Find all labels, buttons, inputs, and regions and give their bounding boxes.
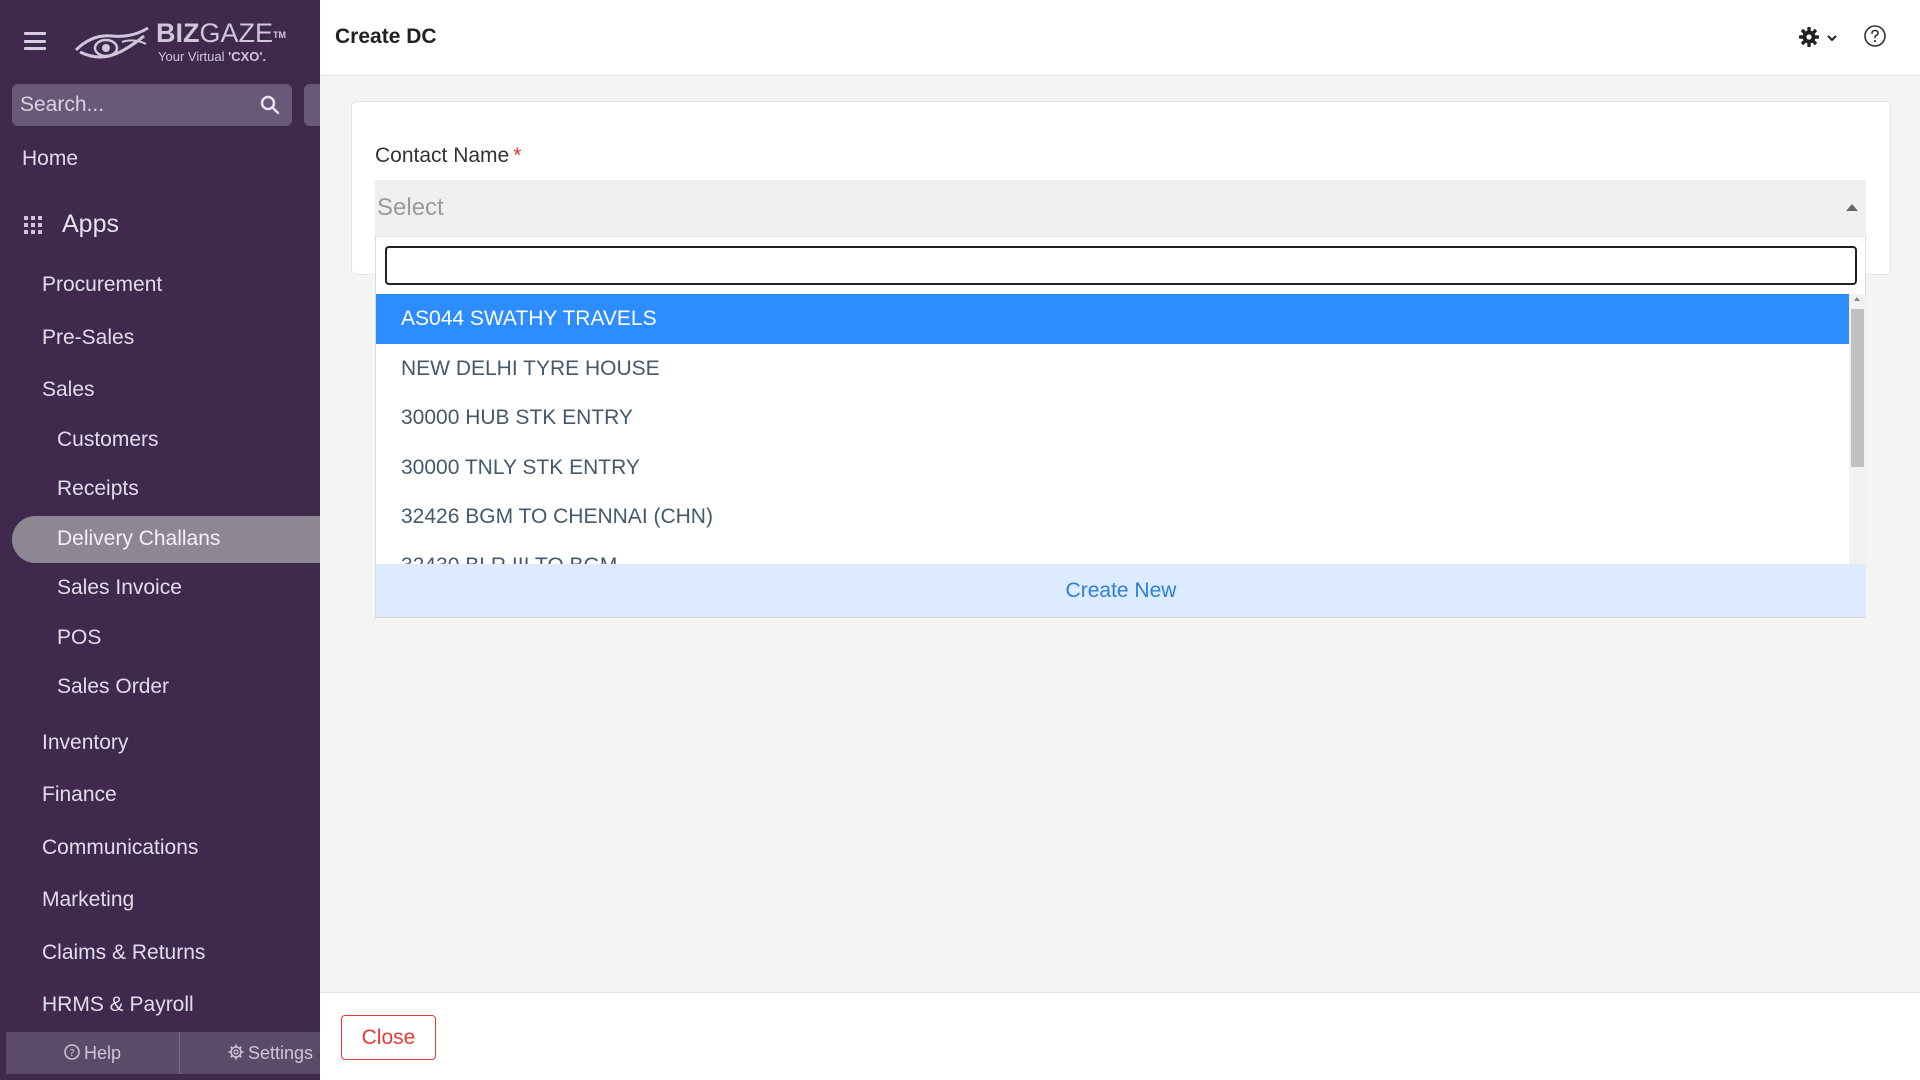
contact-name-select[interactable]: Select bbox=[375, 180, 1866, 237]
main-panel: Create DC Contact Name * Select AS044 SW… bbox=[320, 0, 1920, 1080]
logo-eye-icon bbox=[74, 26, 149, 59]
sidebar-item-inventory[interactable]: Inventory bbox=[42, 731, 128, 755]
scroll-up-icon[interactable] bbox=[1854, 297, 1860, 301]
sidebar-item-finance[interactable]: Finance bbox=[42, 783, 117, 807]
dropdown-search-input[interactable] bbox=[387, 248, 1855, 283]
sidebar-search-input[interactable] bbox=[20, 90, 250, 120]
close-button[interactable]: Close bbox=[341, 1015, 436, 1060]
dropdown-option[interactable]: 32430 BLR III TO BGM bbox=[376, 541, 1849, 564]
sidebar-item-label: Delivery Challans bbox=[57, 527, 221, 550]
contact-dropdown: AS044 SWATHY TRAVELS NEW DELHI TYRE HOUS… bbox=[375, 237, 1866, 618]
sidebar-item-hrms-payroll[interactable]: HRMS & Payroll bbox=[42, 993, 194, 1017]
chevron-down-icon bbox=[1827, 35, 1837, 42]
help-circle-icon[interactable] bbox=[1863, 24, 1887, 48]
dropdown-option[interactable]: AS044 SWATHY TRAVELS bbox=[376, 294, 1849, 344]
logo-wordmark: BIZGAZETM bbox=[156, 18, 287, 48]
scrollbar-thumb[interactable] bbox=[1851, 309, 1864, 467]
settings-button[interactable]: Settings bbox=[182, 1032, 320, 1074]
sidebar-item-claims-returns[interactable]: Claims & Returns bbox=[42, 941, 205, 965]
dropdown-option[interactable]: 30000 TNLY STK ENTRY bbox=[376, 443, 1849, 493]
sidebar-item-home[interactable]: Home bbox=[22, 147, 78, 171]
sidebar-item-receipts[interactable]: Receipts bbox=[57, 477, 139, 501]
sidebar-item-sales-order[interactable]: Sales Order bbox=[57, 675, 169, 699]
dropdown-options: AS044 SWATHY TRAVELS NEW DELHI TYRE HOUS… bbox=[376, 294, 1849, 564]
logo-tagline: Your Virtual 'CXO'. bbox=[158, 49, 267, 64]
create-new-button[interactable]: Create New bbox=[376, 564, 1866, 617]
dropdown-search bbox=[385, 246, 1857, 285]
sidebar-item-sales[interactable]: Sales bbox=[42, 378, 95, 402]
sidebar-item-pos[interactable]: POS bbox=[57, 626, 101, 650]
sidebar-footer: ? Help Settings bbox=[6, 1032, 320, 1074]
dropdown-option[interactable]: 30000 HUB STK ENTRY bbox=[376, 393, 1849, 443]
required-marker: * bbox=[513, 144, 522, 167]
contact-name-label: Contact Name * bbox=[375, 144, 522, 167]
sidebar-item-customers[interactable]: Customers bbox=[57, 428, 159, 452]
caret-up-icon bbox=[1846, 204, 1858, 211]
gear-icon bbox=[1799, 27, 1819, 47]
gear-icon bbox=[228, 1044, 244, 1060]
page-title: Create DC bbox=[335, 25, 437, 48]
help-button[interactable]: ? Help bbox=[6, 1032, 180, 1074]
search-icon[interactable] bbox=[260, 95, 280, 115]
help-label: Help bbox=[83, 1043, 122, 1063]
sidebar-item-marketing[interactable]: Marketing bbox=[42, 888, 134, 912]
hamburger-menu-icon[interactable] bbox=[24, 32, 46, 50]
sidebar-item-pre-sales[interactable]: Pre-Sales bbox=[42, 326, 134, 350]
settings-label: Settings bbox=[248, 1043, 314, 1063]
sidebar: BIZGAZETM Your Virtual 'CXO'. Home Apps … bbox=[0, 0, 320, 1080]
apps-grid-icon bbox=[24, 216, 42, 234]
sidebar-item-communications[interactable]: Communications bbox=[42, 836, 198, 860]
sidebar-topbar: BIZGAZETM Your Virtual 'CXO'. bbox=[0, 0, 320, 82]
select-placeholder: Select bbox=[377, 194, 444, 221]
help-circle-icon: ? bbox=[64, 1044, 80, 1060]
settings-dropdown-button[interactable] bbox=[1798, 24, 1844, 52]
dropdown-scrollbar[interactable] bbox=[1849, 294, 1866, 564]
app-logo[interactable]: BIZGAZETM Your Virtual 'CXO'. bbox=[72, 16, 292, 68]
sidebar-search bbox=[12, 84, 292, 126]
sidebar-item-procurement[interactable]: Procurement bbox=[42, 273, 162, 297]
page-header: Create DC bbox=[320, 0, 1920, 76]
sidebar-item-sales-invoice[interactable]: Sales Invoice bbox=[57, 576, 182, 600]
svg-text:?: ? bbox=[69, 1048, 74, 1059]
dropdown-option[interactable]: 32426 BGM TO CHENNAI (CHN) bbox=[376, 492, 1849, 542]
apps-label: Apps bbox=[62, 210, 119, 238]
search-side-button[interactable] bbox=[304, 84, 320, 126]
sidebar-item-delivery-challans[interactable]: Delivery Challans bbox=[12, 516, 320, 563]
dropdown-option[interactable]: NEW DELHI TYRE HOUSE bbox=[376, 344, 1849, 394]
form-footer: Close bbox=[320, 992, 1920, 1080]
